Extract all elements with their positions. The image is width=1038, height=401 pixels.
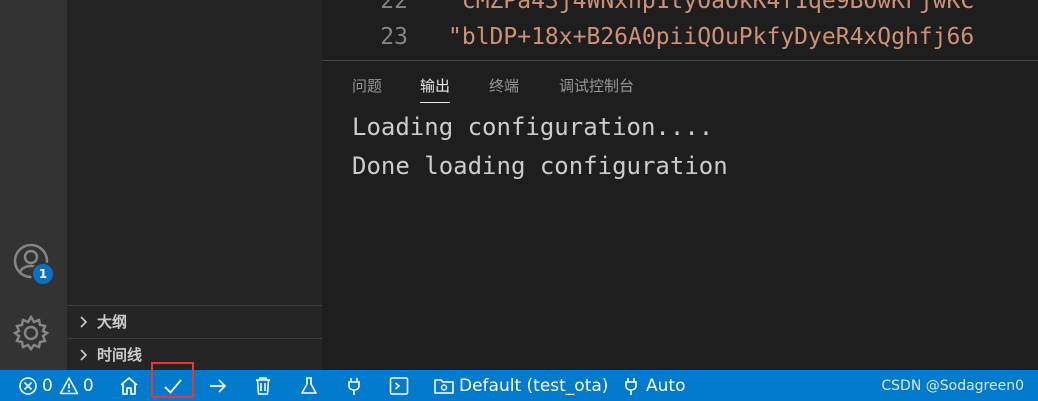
gear-icon[interactable]: [12, 314, 50, 352]
line-number: 23: [380, 24, 408, 50]
watermark: CSDN @Sodagreen0: [881, 377, 1024, 394]
output-line: Loading configuration....: [352, 113, 714, 141]
upload-button[interactable]: [207, 370, 229, 401]
code-line: 22 "cMZPa43j4WNxhp1tyOaOkK4f1qe9BOwKFjwK…: [322, 0, 1038, 20]
output-line: Done loading configuration: [352, 152, 728, 180]
sidebar: 大纲 时间线: [67, 0, 322, 370]
output-panel: 问题 输出 终端 调试控制台 Loading configuration....…: [322, 60, 1038, 370]
warning-count: 0: [82, 375, 94, 396]
environment-switcher[interactable]: Default (test_ota): [433, 370, 608, 401]
error-count: 0: [42, 375, 53, 396]
port-switcher[interactable]: Auto: [620, 370, 685, 401]
port-label: Auto: [646, 375, 686, 396]
code-line: 23 "blDP+18x+B26A0piiQOuPkfyDyeR4xQghfj6…: [322, 24, 1038, 56]
warning-icon: [59, 376, 79, 394]
code-editor[interactable]: 22 "cMZPa43j4WNxhp1tyOaOkK4f1qe9BOwKFjwK…: [322, 0, 1038, 60]
home-button[interactable]: [118, 370, 140, 401]
highlight-box: [151, 362, 194, 398]
tab-output[interactable]: 输出: [420, 75, 451, 103]
code-text: "blDP+18x+B26A0piiQOuPkfyDyeR4xQghfj66: [448, 24, 975, 50]
terminal-button[interactable]: [388, 370, 410, 401]
tab-problems[interactable]: 问题: [352, 75, 382, 102]
problems-status[interactable]: 0 0: [18, 370, 94, 401]
terminal-icon: [389, 376, 409, 395]
chevron-right-icon: [80, 315, 88, 328]
plug-icon: [348, 377, 360, 395]
trash-icon: [256, 376, 270, 395]
sidebar-section-label: 大纲: [97, 313, 128, 331]
plug-icon: [625, 377, 637, 395]
test-button[interactable]: [298, 370, 320, 401]
home-icon: [120, 376, 138, 395]
serial-monitor-button[interactable]: [343, 370, 365, 401]
code-text: "cMZPa43j4WNxhp1tyOaOkK4f1qe9BOwKFjwKC: [448, 0, 975, 14]
clean-button[interactable]: [252, 370, 274, 401]
sidebar-section-label: 时间线: [97, 346, 143, 364]
environment-label: Default (test_ota): [459, 375, 609, 396]
line-number: 22: [380, 0, 408, 14]
arrow-right-icon: [210, 378, 227, 393]
activity-bar: 1: [0, 0, 67, 370]
error-icon: [19, 376, 37, 395]
account-badge: 1: [31, 262, 55, 286]
sidebar-section-outline[interactable]: 大纲: [67, 305, 322, 337]
folder-gear-icon: [434, 378, 454, 394]
chevron-right-icon: [80, 348, 88, 361]
tab-terminal[interactable]: 终端: [489, 75, 519, 102]
tab-debug-console[interactable]: 调试控制台: [559, 75, 634, 102]
sidebar-section-timeline[interactable]: 时间线: [67, 338, 322, 370]
flask-icon: [301, 376, 317, 394]
